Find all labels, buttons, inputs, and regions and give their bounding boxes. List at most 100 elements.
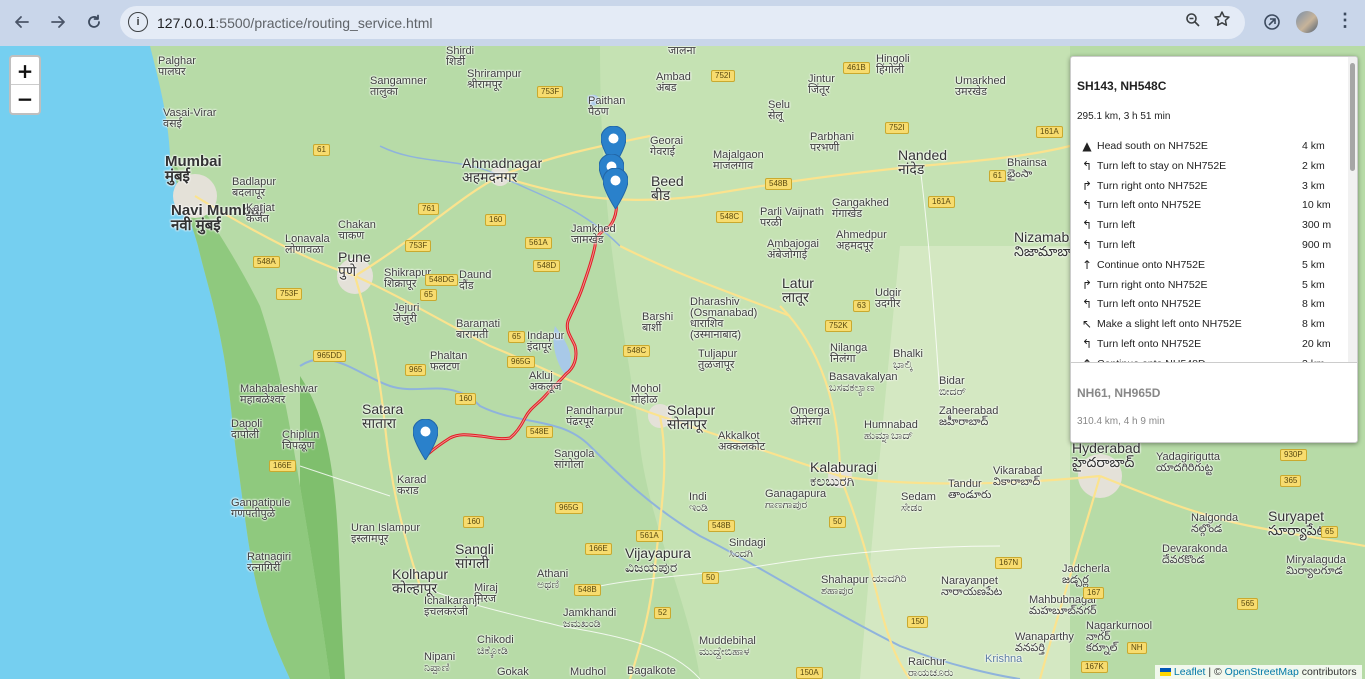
road-shield: 50: [829, 516, 846, 528]
place-label-hingoli: Hingoli हिंगोली: [876, 53, 910, 76]
road-shield: 160: [455, 393, 477, 405]
route-title: SH143, NH548C: [1077, 79, 1167, 93]
road-shield: 965G: [555, 502, 583, 514]
instruction-distance: 8 km: [1302, 318, 1325, 331]
place-label-sangli: Sangli सांगली: [455, 541, 494, 571]
place-label-dharashiv: Dharashiv (Osmanabad) धाराशिव (उस्मानाबाद): [690, 296, 758, 341]
place-label-wanaparthy: Wanaparthy వనపర్తి: [1015, 631, 1074, 654]
zoom-in-button[interactable]: +: [11, 57, 39, 85]
instruction-row[interactable]: ↱ Turn right onto NH752E 5 km: [1071, 278, 1347, 298]
browser-toolbar: i 127.0.0.1:5500/practice/routing_servic…: [0, 0, 1365, 46]
place-label-shahapur: Shahapur ಶಹಾಪುರ: [821, 574, 869, 597]
reload-icon[interactable]: [80, 8, 108, 36]
road-shield: 761: [418, 203, 440, 215]
instruction-distance: 3 km: [1302, 179, 1325, 192]
instruction-row[interactable]: ↰ Turn left 900 m: [1071, 238, 1347, 258]
place-label-jamkhed: Jamkhed जामखेड: [571, 223, 616, 246]
place-label-jalna: जालना: [668, 46, 696, 57]
left-turn-icon: ↰: [1081, 198, 1093, 213]
left-turn-icon: ↰: [1081, 158, 1093, 173]
road-shield: 167K: [1081, 661, 1108, 673]
left-turn-icon: ↰: [1081, 238, 1093, 252]
left-turn-icon: ↰: [1081, 337, 1093, 351]
road-shield: 167N: [995, 557, 1023, 569]
road-shield: 965: [405, 364, 427, 376]
road-shield: 965DD: [313, 350, 346, 362]
left-turn-icon: ↰: [1081, 218, 1093, 233]
road-shield: 61: [989, 170, 1006, 182]
place-label-akluj: Akluj अकलूज: [529, 370, 562, 393]
instruction-distance: 4 km: [1302, 140, 1325, 152]
place-label-uranislampur: Uran Islampur इस्लामपूर: [351, 522, 421, 545]
instruction-row[interactable]: ↰ Turn left onto NH752E 20 km: [1071, 337, 1347, 357]
place-label-bagalkote: Bagalkote: [627, 665, 676, 677]
forward-arrow-icon[interactable]: [44, 8, 72, 36]
place-label-karjat: Karjat कर्जत: [246, 202, 275, 225]
zoom-out-button[interactable]: −: [11, 85, 39, 113]
place-label-miraj: Miraj मिरज: [474, 582, 498, 605]
browser-menu-icon[interactable]: ⋮: [1336, 10, 1354, 31]
place-label-mohol: Mohol मोहोळ: [631, 383, 661, 406]
road-shield: 50: [702, 572, 719, 584]
waypoint-marker[interactable]: [603, 168, 628, 209]
instruction-row[interactable]: ↱ Turn right onto NH752E 3 km: [1071, 179, 1347, 199]
road-shield: 65: [508, 331, 525, 343]
bookmark-star-icon[interactable]: [1213, 10, 1231, 33]
instruction-distance: 8 km: [1302, 298, 1325, 311]
place-label-sangamner: Sangamner तालुका: [370, 75, 427, 98]
alt-route-title[interactable]: NH61, NH965D: [1077, 386, 1160, 400]
place-label-raichur: Raichur ರಾಯಚೂರು: [908, 656, 954, 679]
zoom-control: + −: [9, 55, 41, 115]
road-shield: 61: [313, 144, 330, 156]
place-label-ratnagiri: Ratnagiri रत्नागिरी: [247, 551, 292, 574]
destination-marker[interactable]: [413, 419, 438, 460]
road-shield: 160: [485, 214, 507, 226]
instruction-row[interactable]: ↰ Turn left onto NH752E 8 km: [1071, 297, 1347, 317]
back-arrow-icon[interactable]: [8, 8, 36, 36]
instruction-row[interactable]: ↖ Make a slight left onto NH752E 8 km: [1071, 317, 1347, 337]
place-label-mumbai: Mumbai मुंबई: [165, 153, 222, 185]
osm-link[interactable]: OpenStreetMap: [1225, 666, 1299, 678]
route-primary[interactable]: SH143, NH548C 295.1 km, 3 h 51 min ▲ Head…: [1071, 57, 1347, 362]
road-shield: 548B: [708, 520, 735, 532]
place-label-kalaburagi: Kalaburagi ಕಲಬುರಗಿ: [810, 459, 877, 489]
road-shield: 561A: [525, 237, 552, 249]
leaflet-link[interactable]: Leaflet: [1174, 666, 1206, 678]
place-label-jamkhandi: Jamkhandi ಜಮಖಂಡಿ: [563, 607, 617, 630]
zoom-magnifier-icon[interactable]: [1185, 12, 1201, 33]
instruction-row[interactable]: ↰ Turn left onto NH752E 10 km: [1071, 198, 1347, 218]
instruction-row[interactable]: ↰ Turn left 300 m: [1071, 218, 1347, 238]
road-shield: 65: [1321, 526, 1338, 538]
place-label-shirdi: Shirdi शिर्डी: [446, 46, 475, 68]
instruction-text: Turn left: [1097, 239, 1136, 251]
road-shield: 548DG: [425, 274, 459, 286]
place-label-nipani: Nipani ನಿಪ್ಪಾಣಿ: [424, 651, 456, 674]
url-text[interactable]: 127.0.0.1:5500/practice/routing_service.…: [157, 15, 433, 31]
road-shield: 965G: [507, 356, 535, 368]
instruction-text: Make a slight left onto NH752E: [1097, 318, 1242, 331]
right-turn-icon: ↱: [1081, 178, 1093, 193]
extension-icon[interactable]: [1260, 10, 1284, 34]
straight-turn-icon: ↑: [1081, 257, 1093, 272]
map-container[interactable]: Palghar पालघर Vasai-Virar वसई Mumbai मुंबई Nav…: [0, 46, 1365, 679]
place-label-nalgonda: Nalgonda నల్గొండ: [1191, 512, 1239, 535]
panel-scrollbar[interactable]: [1348, 57, 1357, 362]
instruction-row[interactable]: ↰ Turn left to stay on NH752E 2 km: [1071, 159, 1347, 179]
instruction-row[interactable]: ↑ Continue onto NH752E 5 km: [1071, 258, 1347, 278]
place-label-gokak: Gokak: [497, 666, 529, 678]
place-label-ahmedpur: Ahmedpur अहमदपूर: [836, 229, 887, 252]
place-label-hyderabad: Hyderabad హైదరాబాద్: [1072, 440, 1141, 470]
profile-avatar[interactable]: [1296, 11, 1318, 33]
site-info-icon[interactable]: i: [128, 12, 148, 32]
address-bar[interactable]: i 127.0.0.1:5500/practice/routing_servic…: [120, 6, 1245, 39]
instruction-distance: 20 km: [1302, 338, 1331, 350]
instruction-distance: 300 m: [1302, 219, 1332, 232]
instruction-row[interactable]: ▲ Head south on NH752E 4 km: [1071, 139, 1347, 159]
place-label-ambad: Ambad अंबड: [656, 71, 691, 94]
road-shield: 167: [1083, 587, 1105, 599]
place-label-tuljapur: Tuljapur तुळजापूर: [698, 348, 738, 371]
place-label-barshi: Barshi बार्शी: [642, 311, 674, 334]
place-label-selu: Selu सेलू: [768, 99, 791, 122]
place-label-pandharpur: Pandharpur पंढरपूर: [566, 405, 624, 428]
instruction-distance: 10 km: [1302, 199, 1331, 212]
